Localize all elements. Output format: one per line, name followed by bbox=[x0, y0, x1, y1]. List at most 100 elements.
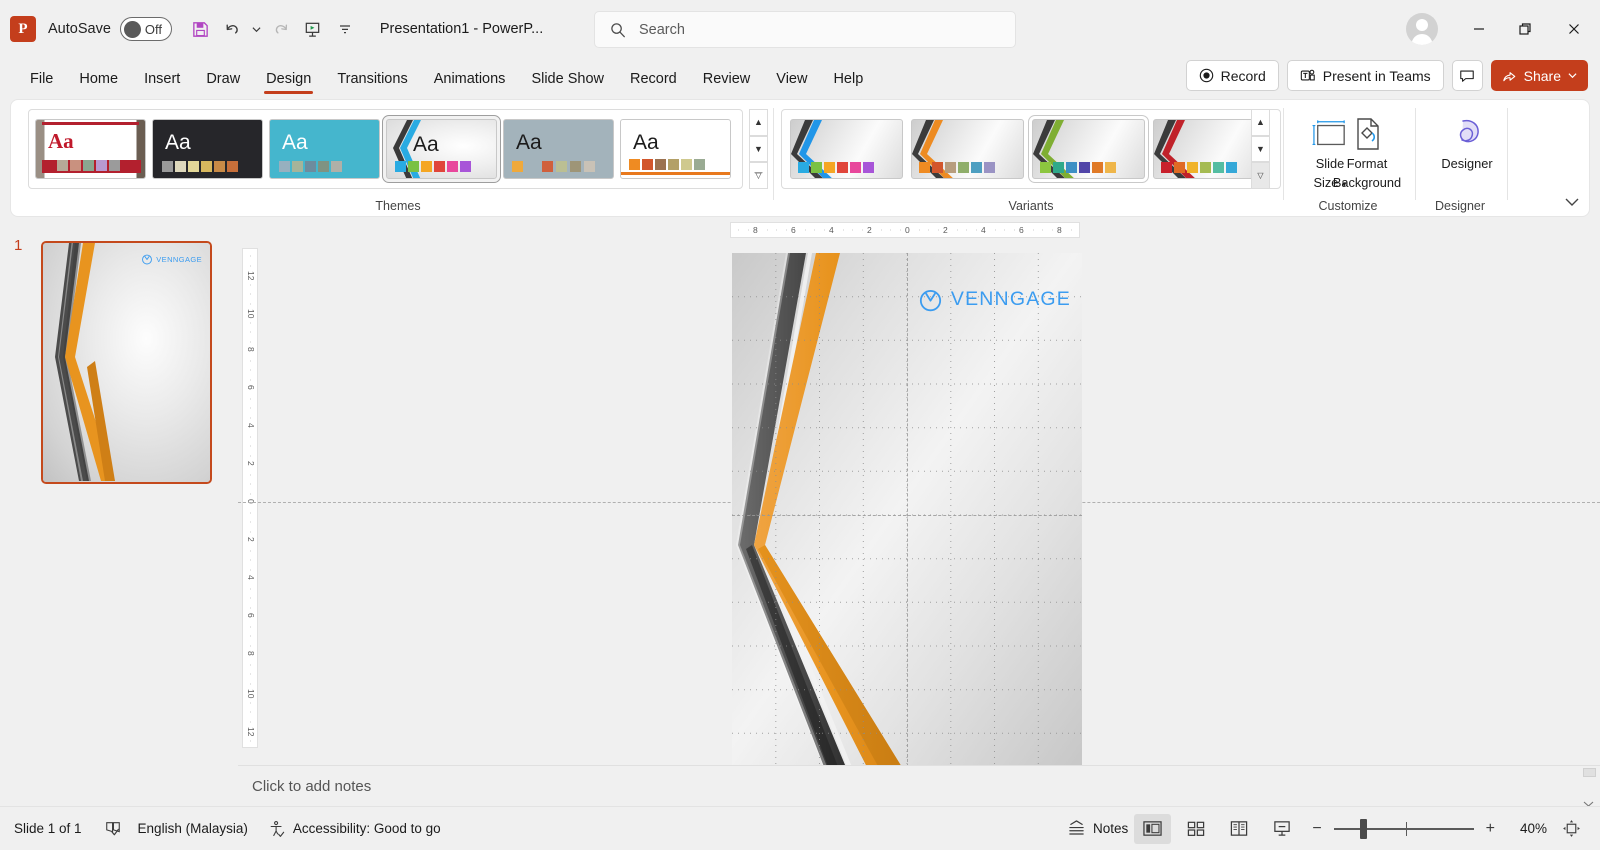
venngage-clock-icon bbox=[919, 290, 941, 312]
notes-scroll-up-button[interactable] bbox=[1583, 768, 1596, 777]
tab-file[interactable]: File bbox=[18, 66, 65, 92]
themes-gallery[interactable]: Aa Aa Aa Aa Aa Aa bbox=[28, 109, 743, 189]
view-normal-button[interactable] bbox=[1134, 813, 1172, 844]
accessibility-status[interactable]: Accessibility: Good to go bbox=[268, 820, 441, 838]
variants-more-button[interactable]: ▽ bbox=[1251, 162, 1270, 190]
tab-view[interactable]: View bbox=[764, 66, 819, 92]
tab-record[interactable]: Record bbox=[618, 66, 689, 92]
record-button-label: Record bbox=[1220, 67, 1266, 84]
variant-thumbnail-blue[interactable] bbox=[790, 119, 903, 179]
tab-review[interactable]: Review bbox=[691, 66, 763, 92]
zoom-level-label[interactable]: 40% bbox=[1507, 821, 1547, 836]
theme-sample-text: Aa bbox=[48, 129, 74, 153]
variants-scroll-down-button[interactable]: ▼ bbox=[1251, 135, 1270, 163]
chevron-down-icon[interactable] bbox=[250, 14, 264, 44]
theme-sample-text: Aa bbox=[516, 131, 542, 154]
minimize-button[interactable] bbox=[1456, 7, 1502, 51]
redo-icon[interactable] bbox=[266, 14, 296, 44]
tab-help[interactable]: Help bbox=[821, 66, 875, 92]
group-label-variants: Variants bbox=[1008, 199, 1054, 213]
view-reading-button[interactable] bbox=[1220, 814, 1257, 844]
theme-thumbnail-facet-selected[interactable]: Aa bbox=[382, 115, 501, 183]
slide-count-label[interactable]: Slide 1 of 1 bbox=[14, 821, 82, 836]
zoom-slider-thumb[interactable] bbox=[1359, 818, 1367, 839]
customize-quick-access-toolbar-icon[interactable] bbox=[330, 14, 360, 44]
tab-slide-show[interactable]: Slide Show bbox=[519, 66, 616, 92]
slideshow-icon bbox=[1274, 821, 1290, 836]
theme-thumbnail-dark[interactable]: Aa bbox=[152, 119, 263, 179]
group-label-customize: Customize bbox=[1318, 199, 1378, 213]
search-box[interactable] bbox=[594, 11, 1016, 48]
tab-home[interactable]: Home bbox=[67, 66, 130, 92]
horizontal-ruler[interactable]: 8 6 4 2 0 2 4 6 8 bbox=[730, 222, 1080, 238]
zoom-slider-midpoint bbox=[1405, 821, 1408, 836]
variant-thumbnail-orange[interactable] bbox=[911, 119, 1024, 179]
start-slideshow-icon[interactable] bbox=[298, 14, 328, 44]
themes-scroll-up-button[interactable]: ▲ bbox=[749, 109, 768, 136]
variants-scroll-up-button[interactable]: ▲ bbox=[1251, 109, 1270, 136]
fit-slide-to-window-icon bbox=[1563, 820, 1580, 837]
slide-thumbnail-1[interactable]: VENNGAGE bbox=[41, 241, 212, 484]
tab-insert[interactable]: Insert bbox=[132, 66, 192, 92]
close-button[interactable] bbox=[1548, 7, 1600, 51]
zoom-slider[interactable] bbox=[1333, 818, 1474, 839]
format-background-icon bbox=[1321, 110, 1413, 152]
theme-sample-text: Aa bbox=[633, 131, 659, 154]
notes-pane[interactable]: Click to add notes bbox=[238, 765, 1600, 806]
slide-canvas[interactable]: VENNGAGE bbox=[732, 253, 1082, 777]
spellcheck-button[interactable] bbox=[104, 820, 122, 837]
tab-animations[interactable]: Animations bbox=[422, 66, 518, 92]
tab-design[interactable]: Design bbox=[254, 66, 323, 94]
designer-button[interactable]: Designer bbox=[1421, 110, 1513, 171]
comments-button[interactable] bbox=[1451, 60, 1483, 91]
venngage-logo[interactable]: VENNGAGE bbox=[917, 286, 1071, 313]
format-background-button[interactable]: Format Background bbox=[1321, 110, 1413, 191]
notes-button[interactable]: Notes bbox=[1067, 820, 1128, 837]
share-button[interactable]: Share bbox=[1490, 60, 1588, 91]
powerpoint-logo-icon bbox=[10, 16, 36, 42]
autosave-toggle[interactable]: Off bbox=[119, 17, 172, 41]
theme-thumbnail-cyan[interactable]: Aa bbox=[269, 119, 380, 179]
present-in-teams-button[interactable]: Present in Teams bbox=[1286, 60, 1444, 91]
present-in-teams-label: Present in Teams bbox=[1322, 67, 1431, 84]
vertical-ruler[interactable]: 12 10 8 6 4 2 0 2 4 6 8 10 12 bbox=[242, 248, 258, 748]
theme-thumbnail-office[interactable]: Aa bbox=[35, 119, 146, 179]
themes-scroll-down-button[interactable]: ▼ bbox=[749, 135, 768, 163]
zoom-in-button[interactable]: + bbox=[1480, 820, 1501, 838]
record-icon bbox=[1199, 68, 1213, 83]
theme-thumbnail-white-orange[interactable]: Aa bbox=[620, 119, 731, 179]
avatar[interactable] bbox=[1406, 13, 1438, 45]
share-icon bbox=[1502, 72, 1515, 82]
notes-scroll-down-button[interactable] bbox=[1583, 795, 1596, 807]
save-icon[interactable] bbox=[186, 14, 216, 44]
variants-gallery[interactable] bbox=[781, 109, 1281, 189]
restore-button[interactable] bbox=[1502, 7, 1548, 51]
document-title: Presentation1 - PowerP... bbox=[379, 21, 544, 37]
view-slideshow-button[interactable] bbox=[1263, 814, 1300, 844]
search-input[interactable] bbox=[639, 21, 979, 38]
undo-icon[interactable] bbox=[218, 14, 248, 44]
accessibility-label: Accessibility: Good to go bbox=[292, 821, 441, 836]
themes-gallery-scrollbar[interactable]: ▲ ▼ ▽ — bbox=[749, 109, 768, 190]
zoom-out-button[interactable]: − bbox=[1306, 820, 1327, 838]
format-background-label-1: Format bbox=[1346, 156, 1388, 171]
collapse-ribbon-button[interactable] bbox=[1565, 195, 1579, 210]
chevron-down-icon bbox=[1568, 73, 1577, 79]
tab-draw[interactable]: Draw bbox=[194, 66, 252, 92]
variant-thumbnail-green[interactable] bbox=[1028, 115, 1149, 183]
variants-gallery-scrollbar[interactable]: ▲ ▼ ▽ bbox=[1251, 109, 1270, 190]
vruler-minor-ticks bbox=[250, 255, 251, 742]
variant-thumbnail-red[interactable] bbox=[1153, 119, 1266, 179]
view-slide-sorter-button[interactable] bbox=[1177, 814, 1214, 844]
theme-thumbnail-slate[interactable]: Aa bbox=[503, 119, 614, 179]
comment-icon bbox=[1460, 70, 1474, 82]
themes-more-button[interactable]: ▽ — bbox=[749, 162, 768, 190]
record-button[interactable]: Record bbox=[1185, 60, 1279, 91]
teams-icon bbox=[1300, 69, 1315, 81]
search-icon bbox=[611, 22, 625, 37]
tab-transitions[interactable]: Transitions bbox=[325, 66, 419, 92]
language-label[interactable]: English (Malaysia) bbox=[138, 821, 248, 836]
slide-thumbnail-artwork: VENNGAGE bbox=[43, 243, 210, 482]
fit-slide-to-window-button[interactable] bbox=[1553, 814, 1590, 844]
theme-sample-text: Aa bbox=[282, 131, 308, 154]
